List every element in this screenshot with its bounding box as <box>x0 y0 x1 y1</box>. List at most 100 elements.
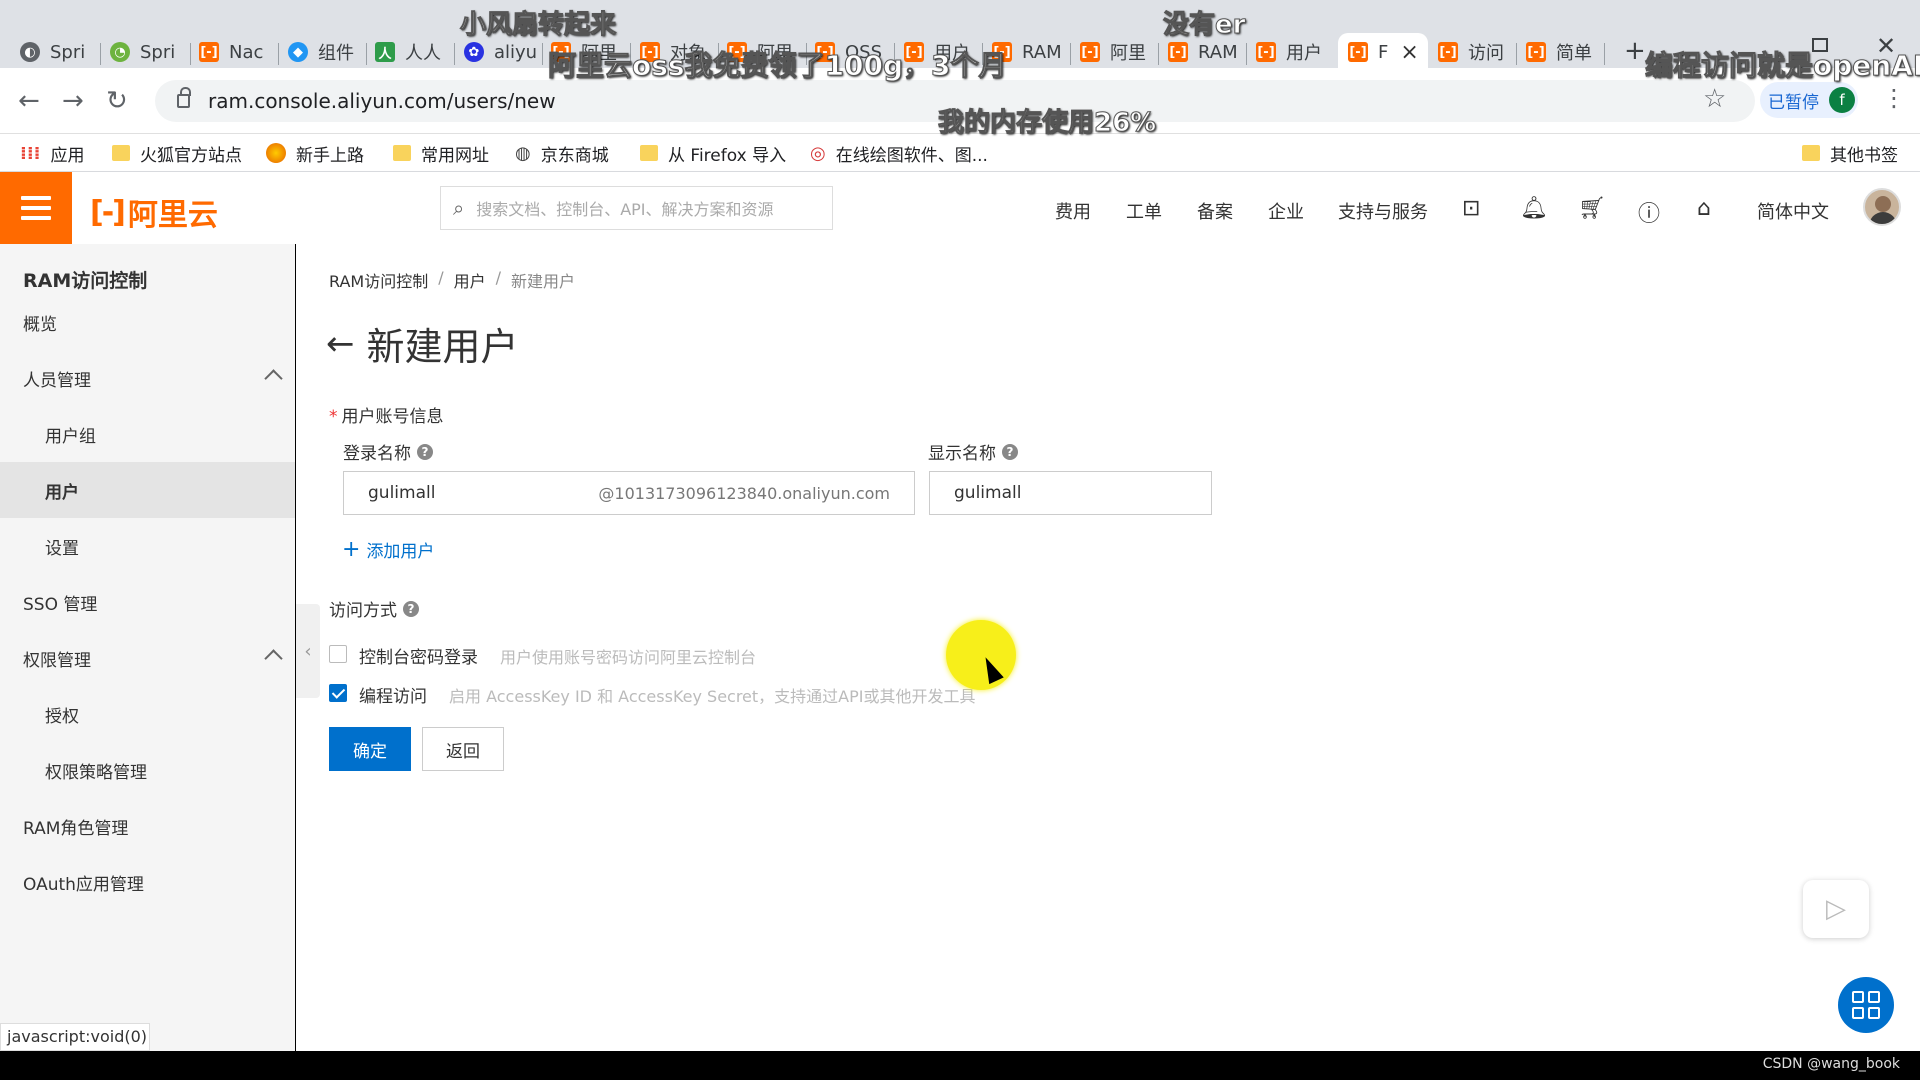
sidebar-item-permissions[interactable]: 权限管理 <box>0 630 295 686</box>
tab-separator <box>1158 43 1159 65</box>
sidebar-item-identities[interactable]: 人员管理 <box>0 350 295 406</box>
browser-tab[interactable]: ◆ 组件 <box>288 33 360 71</box>
aliyun-favicon-icon: [-] <box>1256 42 1276 62</box>
close-tab-icon[interactable]: × <box>1400 40 1418 65</box>
help-icon[interactable]: ? <box>403 600 419 617</box>
user-avatar[interactable] <box>1863 188 1901 226</box>
globe-icon: ◍ <box>515 142 531 164</box>
display-name-input[interactable]: gulimall <box>929 471 1212 515</box>
spring-favicon-icon: ◔ <box>110 42 130 62</box>
bell-icon[interactable]: 🔔︎ <box>1520 196 1548 221</box>
back-arrow-icon[interactable]: ← <box>326 324 355 364</box>
browser-tab[interactable]: [-] 简单 <box>1526 33 1598 71</box>
sidebar-item-oauth[interactable]: OAuth应用管理 <box>0 854 295 910</box>
browser-tab[interactable]: ◔ Spri <box>110 33 182 71</box>
drawio-icon: ◎ <box>810 142 826 164</box>
browser-tab[interactable]: 人人人 <box>375 33 447 71</box>
baidu-favicon-icon: ✿ <box>464 42 484 62</box>
aliyun-favicon-icon: [-] <box>199 42 219 62</box>
cart-icon[interactable]: 🛒︎ <box>1578 196 1606 221</box>
bookmark-item[interactable]: 火狐官方站点 <box>112 134 242 172</box>
other-bookmarks[interactable]: 其他书签 <box>1802 134 1898 172</box>
programmatic-access-checkbox[interactable] <box>329 684 347 702</box>
aliyun-favicon-icon: [-] <box>1080 42 1100 62</box>
apps-float-button[interactable] <box>1838 977 1894 1033</box>
tab-separator <box>100 43 101 65</box>
browser-tab-active[interactable]: [-] F × <box>1338 33 1428 71</box>
video-player-icon[interactable]: ▷ <box>1803 880 1869 938</box>
tab-separator <box>1604 43 1605 65</box>
forward-arrow-icon[interactable]: → <box>62 86 84 116</box>
sidebar-item-ram-roles[interactable]: RAM角色管理 <box>0 798 295 854</box>
nav-support[interactable]: 支持与服务 <box>1338 198 1428 224</box>
page-title: 新建用户 <box>366 325 519 369</box>
language-switch[interactable]: 简体中文 <box>1757 198 1829 224</box>
bookmark-item[interactable]: ◎ 在线绘图软件、图... <box>810 134 988 172</box>
console-login-label[interactable]: 控制台密码登录 <box>359 643 478 668</box>
lock-icon <box>177 87 191 108</box>
sidebar-item-settings[interactable]: 设置 <box>0 518 295 574</box>
browser-tab[interactable]: ◐ Spri <box>20 33 92 71</box>
help-icon[interactable]: ⓘ <box>1638 196 1660 228</box>
sidebar-item-groups[interactable]: 用户组 <box>0 406 295 462</box>
programmatic-access-label[interactable]: 编程访问 <box>359 682 427 707</box>
browser-tab[interactable]: [-] 阿里 <box>1080 33 1152 71</box>
add-user-link[interactable]: + 添加用户 <box>342 537 434 562</box>
danmu-comment: 我的内存使用26% <box>937 108 1157 139</box>
aliyun-logo[interactable]: [-] 阿里云 <box>90 190 218 234</box>
back-button[interactable]: 返回 <box>422 727 504 771</box>
renren-favicon-icon: 人 <box>375 42 395 62</box>
sidebar-item-sso[interactable]: SSO 管理 <box>0 574 295 630</box>
page-title-row: ← 新建用户 <box>326 316 519 371</box>
sidebar-item-grants[interactable]: 授权 <box>0 686 295 742</box>
menu-hamburger-icon[interactable] <box>0 172 72 244</box>
folder-icon <box>393 145 411 161</box>
sidebar-collapse-handle[interactable]: ‹ <box>296 604 320 698</box>
sidebar-item-overview[interactable]: 概览 <box>0 294 295 350</box>
sidebar-item-policies[interactable]: 权限策略管理 <box>0 742 295 798</box>
confirm-button[interactable]: 确定 <box>329 727 411 771</box>
login-name-domain-suffix: @1013173096123840.onaliyun.com <box>598 484 890 503</box>
help-icon[interactable]: ? <box>1002 443 1018 460</box>
help-icon[interactable]: ? <box>417 443 433 460</box>
browser-tab[interactable]: [-] 用户 <box>1256 33 1328 71</box>
breadcrumb-separator: / <box>495 268 502 287</box>
danmu-comment: 小风扇转起来 <box>459 10 617 41</box>
console-login-checkbox[interactable] <box>329 645 347 663</box>
bookmark-item[interactable]: ◍ 京东商城 <box>515 134 609 172</box>
access-method-label: 访问方式? <box>329 596 419 621</box>
terminal-icon[interactable]: ⊡ <box>1462 196 1480 221</box>
browser-menu-icon[interactable]: ⋮ <box>1882 84 1906 112</box>
folder-icon <box>640 145 658 161</box>
breadcrumb-users[interactable]: 用户 <box>454 268 486 292</box>
aliyun-favicon-icon: [-] <box>1348 42 1368 62</box>
breadcrumb-current: 新建用户 <box>511 272 576 291</box>
nav-enterprise[interactable]: 企业 <box>1268 198 1304 224</box>
bookmark-item[interactable]: ⁞⁞⁞ 应用 <box>20 134 85 172</box>
browser-tab[interactable]: [-] 访问 <box>1438 33 1510 71</box>
nav-tickets[interactable]: 工单 <box>1126 198 1162 224</box>
aliyun-favicon-icon: [-] <box>1526 42 1546 62</box>
sidebar-item-users[interactable]: 用户 <box>0 462 295 518</box>
new-tab-button[interactable]: + <box>1624 36 1646 66</box>
bookmark-item[interactable]: 新手上路 <box>266 134 364 172</box>
console-search-input[interactable]: ⌕ 搜索文档、控制台、API、解决方案和资源 <box>440 186 833 230</box>
nav-icp[interactable]: 备案 <box>1197 198 1233 224</box>
chevron-up-icon <box>264 369 283 388</box>
bookmark-item[interactable]: 从 Firefox 导入 <box>640 134 786 172</box>
tab-separator <box>454 43 455 65</box>
tab-separator <box>542 43 543 65</box>
nav-billing[interactable]: 费用 <box>1055 198 1091 224</box>
browser-tab[interactable]: [-] Nac <box>199 33 271 71</box>
home-icon[interactable]: ⌂ <box>1697 196 1711 221</box>
chevron-up-icon <box>264 649 283 668</box>
login-name-input[interactable]: gulimall @1013173096123840.onaliyun.com <box>343 471 915 515</box>
bookmark-star-icon[interactable]: ☆ <box>1703 84 1726 114</box>
breadcrumb-ram[interactable]: RAM访问控制 <box>329 268 428 292</box>
vue-favicon-icon: ◆ <box>288 42 308 62</box>
paused-sync-button[interactable]: 已暂停 f <box>1760 82 1858 118</box>
tab-separator <box>278 43 279 65</box>
back-arrow-icon[interactable]: ← <box>18 86 40 116</box>
reload-icon[interactable]: ↻ <box>106 86 128 116</box>
bookmark-item[interactable]: 常用网址 <box>393 134 489 172</box>
